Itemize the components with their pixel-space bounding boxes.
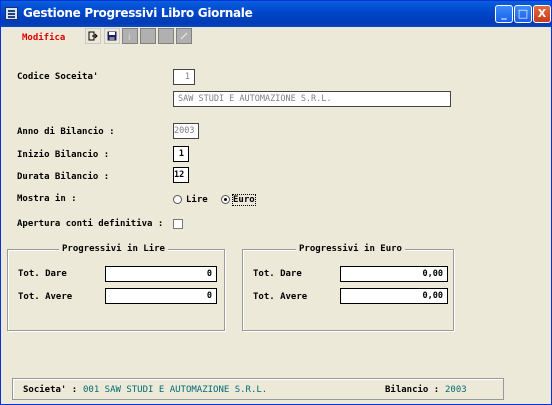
duration-field[interactable]: 12 [173,167,189,183]
disabled-button[interactable] [140,28,156,44]
info-icon: i [128,33,131,41]
info-button[interactable]: i [122,28,138,44]
save-button[interactable] [104,28,120,44]
status-year-value: 2003 [445,385,467,395]
euro-avere-label: Tot. Avere [253,292,308,302]
company-name-field[interactable]: SAW STUDI E AUTOMAZIONE S.R.L. [173,91,451,107]
edit-button[interactable] [176,28,192,44]
start-field[interactable]: 1 [173,146,189,162]
lire-dare-field[interactable]: 0 [105,266,217,282]
title-bar[interactable]: Gestione Progressivi Libro Giornale _ □ … [1,1,551,27]
fiscal-year-field[interactable]: 2003 [173,123,199,139]
lire-avere-field[interactable]: 0 [105,288,217,304]
window-title: Gestione Progressivi Libro Giornale [23,6,253,20]
exit-button[interactable] [85,28,101,44]
duration-label: Durata Bilancio : [17,172,110,182]
lire-radio-label[interactable]: Lire [186,195,208,205]
save-icon [107,31,117,41]
final-opening-checkbox[interactable] [173,219,183,229]
lire-radio[interactable] [173,195,182,204]
euro-radio-label[interactable]: Euro [232,194,256,206]
toolbar: Modifica i [1,27,551,46]
lire-avere-label: Tot. Avere [18,292,73,302]
svg-text:i: i [128,33,131,41]
euro-dare-field[interactable]: 0,00 [340,266,448,282]
mode-label: Modifica [22,33,66,43]
status-year-label: Bilancio : [385,385,440,395]
lire-group-title: Progressivi in Lire [59,244,168,254]
app-icon [5,7,18,20]
show-in-label: Mostra in : [17,194,77,204]
maximize-button[interactable]: □ [514,5,532,23]
minimize-button[interactable]: _ [495,5,513,23]
disabled-button[interactable] [158,28,174,44]
main-window: Gestione Progressivi Libro Giornale _ □ … [0,0,552,405]
exit-icon [88,31,98,41]
euro-avere-field[interactable]: 0,00 [340,288,448,304]
start-label: Inizio Bilancio : [17,150,110,160]
company-code-field[interactable]: 1 [173,69,195,85]
status-company-value: 001 SAW STUDI E AUTOMAZIONE S.R.L. [83,385,268,395]
euro-radio[interactable] [221,195,230,204]
final-opening-label: Apertura conti definitiva : [17,219,164,229]
euro-group-title: Progressivi in Euro [296,244,405,254]
euro-dare-label: Tot. Dare [253,269,302,279]
status-bar: Societa' : 001 SAW STUDI E AUTOMAZIONE S… [12,378,504,400]
edit-icon [180,32,188,40]
fiscal-year-label: Anno di Bilancio : [17,127,115,137]
blank-icon [161,31,171,41]
close-button[interactable]: X [533,5,551,23]
status-company-label: Societa' : [23,385,78,395]
lire-dare-label: Tot. Dare [18,269,67,279]
blank-icon [143,31,153,41]
company-code-label: Codice Soceita' [17,72,99,82]
